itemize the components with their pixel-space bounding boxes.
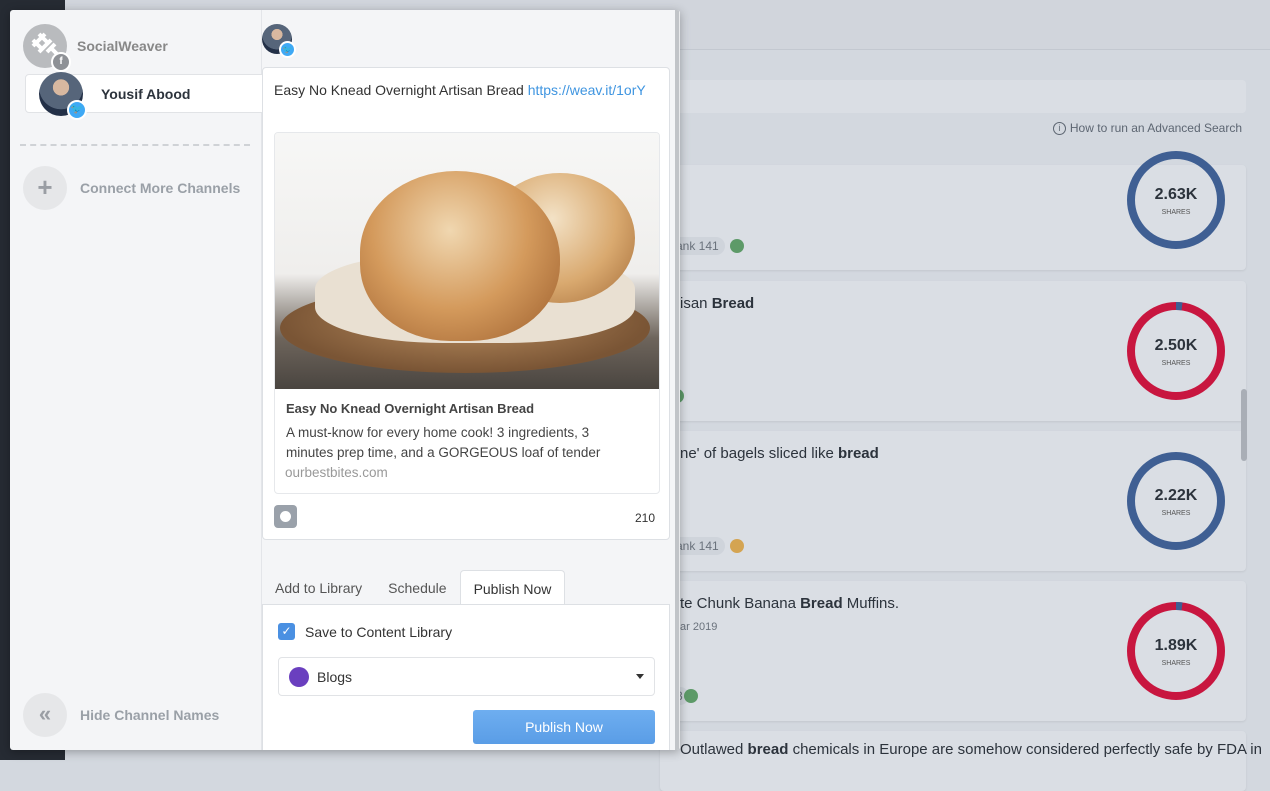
shares-value: 2.22K [1154, 487, 1198, 504]
result-title[interactable]: te Chunk Banana Bread Muffins. [680, 595, 899, 612]
composer-modal: f SocialWeaver 🐦 Yousif Abood + Connect M… [10, 10, 680, 750]
library-color-dot [289, 666, 309, 687]
publish-now-button[interactable]: Publish Now [473, 710, 655, 744]
link-preview[interactable]: Easy No Knead Overnight Artisan Bread A … [274, 132, 660, 494]
selected-channel-avatar[interactable]: 🐦 [262, 24, 296, 58]
avatar: f [23, 24, 71, 72]
shares-label: SHARES [1161, 209, 1191, 216]
camera-icon[interactable] [274, 505, 297, 528]
caret-down-icon [636, 674, 644, 679]
result-card[interactable]: isan Bread 2.50K SHARES [660, 281, 1246, 421]
channel-sidebar: f SocialWeaver 🐦 Yousif Abood + Connect M… [10, 10, 402, 750]
shares-label: SHARES [1161, 660, 1191, 667]
facebook-icon: f [51, 52, 71, 72]
preview-image [275, 133, 659, 389]
result-card[interactable]: te Chunk Banana Bread Muffins.ar 201931.… [660, 581, 1246, 721]
shares-donut: 1.89K SHARES [1126, 601, 1226, 701]
status-dot [684, 689, 698, 703]
post-editor[interactable]: Easy No Knead Overnight Artisan Bread ht… [262, 67, 670, 540]
modal-scrollbar[interactable] [675, 10, 680, 750]
preview-description: A must-know for every home cook! 3 ingre… [286, 425, 601, 460]
connect-more-channels-button[interactable]: + Connect More Channels [23, 166, 240, 210]
double-chevron-left-icon: « [23, 693, 67, 737]
hide-channel-names-button[interactable]: «Hide Channel Names [23, 693, 219, 737]
channel-socialweaver[interactable]: f SocialWeaver [20, 21, 250, 72]
composer-main: 🐦 Easy No Knead Overnight Artisan Bread … [262, 10, 680, 750]
status-dot [730, 539, 744, 553]
library-select[interactable]: Blogs [278, 657, 655, 696]
shares-value: 2.50K [1154, 337, 1198, 354]
result-card[interactable]: Outlawed bread chemicals in Europe are s… [660, 731, 1262, 791]
publish-now-pane: ✓ Save to Content Library Blogs Publish N… [262, 604, 670, 750]
result-title[interactable]: Outlawed bread chemicals in Europe are s… [680, 741, 1262, 758]
tab-add-to-library[interactable]: Add to Library [262, 570, 375, 605]
shares-donut: 2.22K SHARES [1126, 451, 1226, 551]
avatar: 🐦 [39, 71, 87, 120]
shares-donut: 2.63K SHARES [1126, 150, 1226, 250]
tab-schedule[interactable]: Schedule [375, 570, 459, 605]
divider [20, 144, 250, 146]
results-scrollbar[interactable] [1241, 389, 1247, 461]
shares-label: SHARES [1161, 360, 1191, 367]
status-dot [730, 239, 744, 253]
shares-value: 2.63K [1154, 186, 1198, 203]
result-date: ar 2019 [680, 621, 718, 633]
post-text[interactable]: Easy No Knead Overnight Artisan Bread ht… [274, 82, 646, 98]
preview-domain: ourbestbites.com [285, 465, 388, 480]
shares-label: SHARES [1161, 510, 1191, 517]
result-title[interactable]: ne' of bagels sliced like bread [680, 445, 879, 462]
advanced-search-link[interactable]: i How to run an Advanced Search [1052, 121, 1242, 135]
character-count: 210 [634, 511, 655, 525]
shares-donut: 2.50K SHARES [1126, 301, 1226, 401]
shares-value: 1.89K [1154, 637, 1198, 654]
info-icon: i [1052, 121, 1066, 135]
result-title[interactable]: isan Bread [680, 295, 754, 312]
post-url-link[interactable]: https://weav.it/1orY [528, 82, 646, 98]
result-card[interactable]: ank 141 2.63K SHARES [660, 151, 1246, 270]
action-tabs: Add to Library Schedule Publish Now [262, 570, 566, 605]
search-bar[interactable] [660, 80, 1246, 113]
twitter-icon: 🐦 [279, 41, 296, 58]
result-card[interactable]: ne' of bagels sliced like bread ank 141 2.… [660, 431, 1246, 571]
save-to-library-checkbox[interactable]: ✓ Save to Content Library [278, 623, 452, 640]
checkmark-icon: ✓ [278, 623, 295, 640]
preview-title: Easy No Knead Overnight Artisan Bread [286, 401, 535, 416]
tab-publish-now[interactable]: Publish Now [459, 570, 566, 605]
twitter-icon: 🐦 [67, 99, 87, 120]
plus-icon: + [23, 166, 67, 210]
